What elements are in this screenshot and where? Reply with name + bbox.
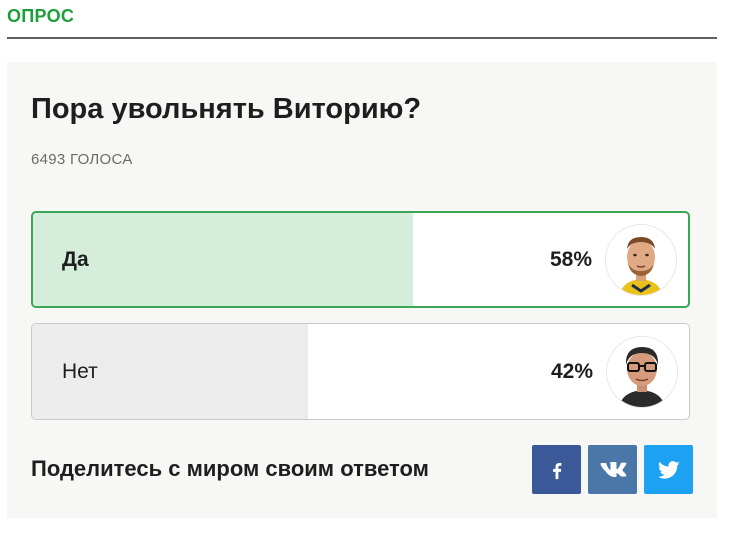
poll-card: Пора увольнять Виторию? 6493 ГОЛОСА Да 5… — [7, 62, 717, 518]
section-divider — [7, 37, 717, 39]
poll-option-no-percent: 42% — [550, 359, 593, 383]
facebook-icon — [552, 462, 561, 479]
player-portrait-icon — [606, 224, 676, 295]
section-label: ОПРОС — [7, 6, 75, 26]
poll-question: Пора увольнять Виторию? — [31, 93, 422, 125]
poll-option-yes-result-bar — [33, 213, 413, 306]
poll-vote-count: 6493 ГОЛОСА — [31, 151, 133, 168]
share-prompt: Поделитесь с миром своим ответом — [31, 456, 429, 481]
poll-option-yes[interactable]: Да 58% — [31, 211, 690, 308]
coach-portrait-icon — [607, 336, 677, 407]
vk-share-button[interactable] — [588, 445, 637, 494]
twitter-share-button[interactable] — [644, 445, 693, 494]
twitter-icon — [657, 460, 680, 479]
poll-option-yes-percent: 58% — [549, 247, 592, 271]
poll-option-no[interactable]: Нет 42% — [31, 323, 690, 420]
vk-icon — [600, 461, 626, 477]
facebook-share-button[interactable] — [532, 445, 581, 494]
poll-option-yes-label: Да — [62, 247, 89, 271]
poll-option-no-label: Нет — [62, 359, 98, 383]
